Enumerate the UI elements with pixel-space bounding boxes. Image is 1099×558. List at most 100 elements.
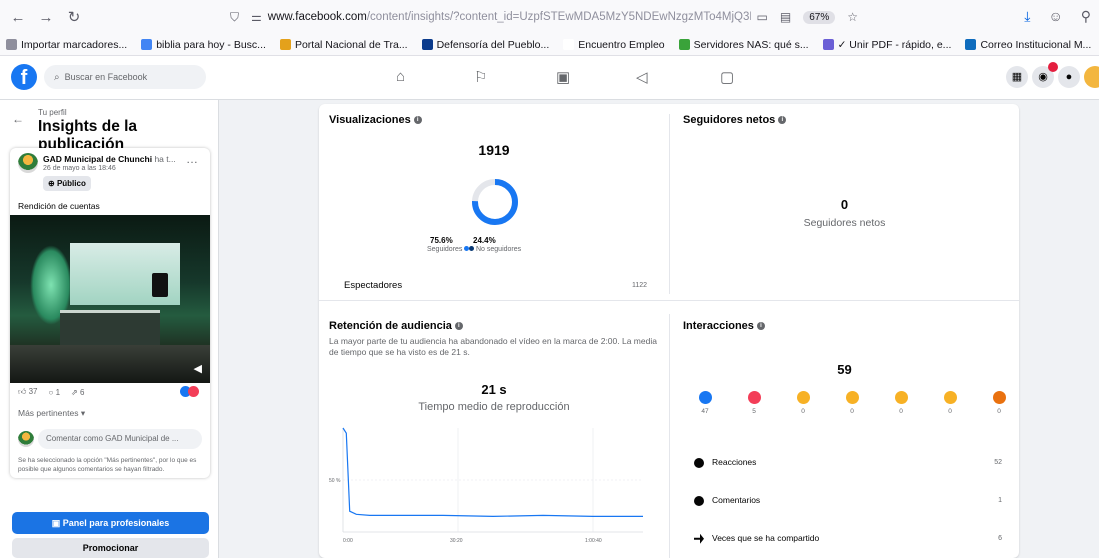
- professional-dashboard-button[interactable]: ▣ Panel para profesionales: [12, 512, 209, 534]
- retention-chart: 50 % 0:00 30:20 1:00:40: [329, 427, 643, 544]
- reaction-wow: 0: [891, 391, 911, 415]
- share-stat[interactable]: ⇗ 6: [71, 388, 84, 397]
- bookmark-item[interactable]: ✓ Unir PDF - rápido, e...: [822, 38, 952, 51]
- retention-title: Retención de audiencia i: [329, 320, 463, 332]
- extensions-icon[interactable]: ⚲: [1081, 8, 1091, 25]
- back-icon[interactable]: ←: [8, 9, 28, 26]
- shield-icon: ⛉: [230, 9, 240, 24]
- reactions-breakdown: 47 5 0 0 0 0 0: [695, 391, 1007, 421]
- picture-in-picture-icon[interactable]: ▭: [757, 10, 768, 24]
- info-icon[interactable]: i: [778, 116, 787, 125]
- angry-icon: [992, 391, 1006, 404]
- comments-count: 1: [55, 387, 61, 397]
- volume-icon[interactable]: ◀: [194, 362, 202, 375]
- nonfollowers-label: No seguidores: [476, 246, 522, 253]
- avg-watch-time: 21 s: [481, 382, 507, 397]
- home-icon[interactable]: ⌂: [396, 68, 405, 85]
- bookmark-item[interactable]: Encuentro Empleo: [563, 39, 665, 51]
- forward-icon[interactable]: →: [36, 9, 56, 26]
- views-total: 1919: [478, 142, 510, 158]
- post-stats: 👍︎ 37 ○ 1 ⇗ 6: [18, 387, 84, 397]
- x-tick-label: 30:20: [450, 538, 463, 544]
- comment-input[interactable]: Comentar como GAD Municipal de ...: [38, 429, 202, 449]
- bookmark-favicon-icon: [279, 39, 291, 50]
- reaction-like: 47: [695, 391, 715, 415]
- search-input[interactable]: ⌕ Buscar en Facebook: [44, 65, 206, 89]
- nonfollowers-dot: [469, 246, 474, 251]
- reaction-summary[interactable]: [180, 386, 200, 397]
- bookmark-label: Defensoría del Pueblo...: [436, 38, 550, 51]
- reaction-angry: 0: [989, 391, 1009, 415]
- reload-icon[interactable]: ↻: [64, 8, 84, 26]
- thumb-up-icon: 👍︎: [18, 387, 27, 396]
- net-followers-title-text: Seguidores netos: [683, 114, 776, 126]
- permissions-icon[interactable]: ⚌: [251, 10, 262, 24]
- info-icon[interactable]: i: [756, 322, 765, 331]
- interactions-title-text: Interacciones: [683, 320, 754, 332]
- menu-grid-icon[interactable]: ▦: [1006, 66, 1028, 88]
- reaction-count: 0: [948, 408, 952, 415]
- comment-sort[interactable]: Más pertinentes ▾: [18, 408, 85, 419]
- views-title-text: Visualizaciones: [329, 114, 411, 126]
- info-icon[interactable]: i: [454, 322, 463, 331]
- bookmark-label: Importar marcadores...: [21, 38, 128, 51]
- bookmark-label: Portal Nacional de Tra...: [294, 38, 408, 51]
- post-text: Rendición de cuentas: [18, 201, 100, 211]
- love-reaction-icon: [188, 386, 199, 397]
- marketplace-icon[interactable]: ▣: [556, 68, 570, 86]
- bookmark-item[interactable]: biblia para hoy - Busc...: [141, 39, 266, 51]
- promote-button[interactable]: Promocionar: [12, 538, 209, 558]
- like-stat[interactable]: 👍︎ 37: [18, 387, 38, 397]
- bookmark-item[interactable]: Importar marcadores...: [6, 39, 127, 51]
- facebook-logo[interactable]: f: [11, 64, 37, 90]
- notifications-icon[interactable]: ●: [1058, 66, 1080, 88]
- post-preview: GAD Municipal de Chunchi ha t... 26 de m…: [10, 148, 210, 478]
- flag-icon[interactable]: ⚐: [474, 68, 487, 86]
- page-name-text: GAD Municipal de Chunchi: [43, 154, 153, 164]
- sad-icon: [943, 391, 957, 404]
- facebook-header: f ⌕ Buscar en Facebook ⌂ ⚐ ▣ ◁ ▢ ▦ ◉ ●: [0, 56, 1099, 100]
- bookmark-item[interactable]: Defensoría del Pueblo...: [421, 38, 550, 51]
- info-icon[interactable]: i: [413, 116, 422, 125]
- globe-icon: ⊕: [48, 179, 55, 188]
- retention-series-line: [342, 427, 643, 518]
- video-thumbnail[interactable]: ◀: [10, 215, 210, 383]
- address-bar[interactable]: ⛉ ⚌ www.facebook.com /content/insights/?…: [224, 10, 864, 25]
- comment-icon: ○: [48, 387, 54, 397]
- y-tick-label: 50 %: [329, 478, 341, 484]
- bookmark-item[interactable]: Servidores NAS: qué s...: [678, 38, 809, 51]
- gaming-icon[interactable]: ▢: [720, 68, 734, 86]
- interactions-total: 59: [837, 362, 852, 377]
- download-icon[interactable]: ⤓: [1024, 8, 1030, 25]
- zoom-level[interactable]: 67%: [803, 10, 836, 24]
- comment-stat[interactable]: ○ 1: [49, 388, 61, 397]
- filter-note: Se ha seleccionado la opción "Más pertin…: [18, 457, 197, 473]
- account-icon[interactable]: ☺: [1048, 8, 1062, 25]
- profile-avatar[interactable]: [1084, 66, 1099, 88]
- bookmark-label: ✓ Unir PDF - rápido, e...: [837, 38, 952, 51]
- bookmark-item[interactable]: Correo Institucional M...: [965, 39, 1091, 51]
- avatar[interactable]: [18, 153, 38, 173]
- retention-description: La mayor parte de tu audiencia ha abando…: [329, 336, 657, 357]
- speaker: [152, 273, 168, 297]
- breadcrumb[interactable]: Tu perfil: [38, 108, 67, 117]
- more-options-icon[interactable]: …: [186, 152, 198, 166]
- bookmark-label: Servidores NAS: qué s...: [693, 38, 809, 51]
- reader-view-icon[interactable]: ▤: [780, 10, 791, 24]
- views-donut: [472, 179, 518, 225]
- messenger-icon[interactable]: ◉: [1032, 62, 1058, 88]
- care-icon: [796, 391, 810, 404]
- back-arrow-icon[interactable]: ←: [12, 112, 24, 126]
- reaction-haha: 0: [842, 391, 862, 415]
- avg-watch-time-label: Tiempo medio de reproducción: [418, 401, 570, 413]
- post-date[interactable]: 26 de mayo a las 18:46: [43, 165, 116, 172]
- bookmark-star-icon[interactable]: ☆: [847, 10, 858, 24]
- visibility-badge[interactable]: ⊕ Público: [43, 176, 91, 191]
- search-icon: ⌕: [54, 71, 60, 83]
- x-tick-label: 0:00: [343, 538, 353, 544]
- megaphone-icon[interactable]: ◁: [636, 68, 648, 86]
- bookmark-favicon-icon: [563, 39, 575, 50]
- bookmark-item[interactable]: Portal Nacional de Tra...: [279, 38, 408, 51]
- page-name[interactable]: GAD Municipal de Chunchi ha t...: [43, 154, 176, 164]
- bookmark-favicon-icon: [421, 39, 433, 50]
